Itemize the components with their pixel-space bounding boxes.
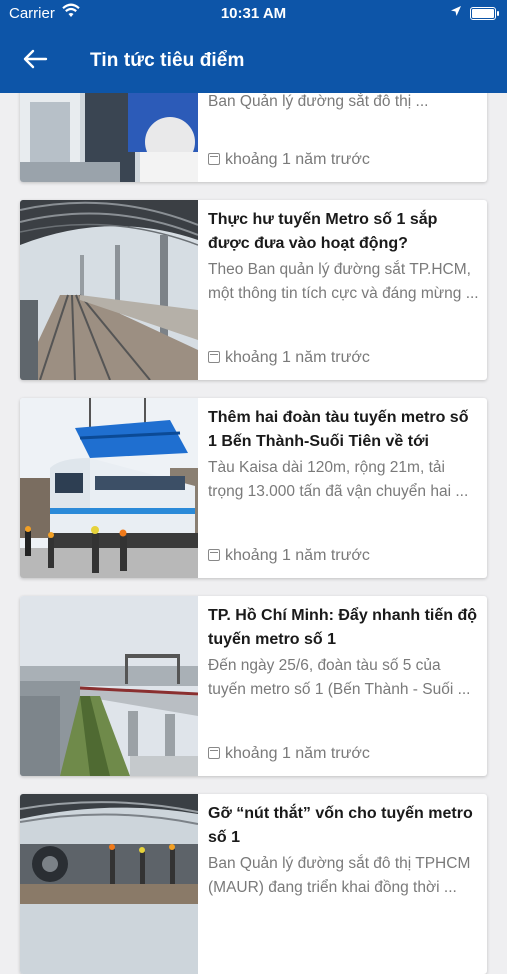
article-description: Ban Quản lý đường sắt đô thị ... <box>208 93 429 110</box>
article-card[interactable]: Thêm hai đoàn tàu tuyến metro số 1 Bến T… <box>20 398 487 578</box>
status-time: 10:31 AM <box>220 5 287 22</box>
article-card[interactable]: TP. Hồ Chí Minh: Đẩy nhanh tiến độ tuyến… <box>20 596 487 776</box>
status-bar: Carrier 10:31 AM <box>0 0 507 28</box>
article-description: Tàu Kaisa dài 120m, rộng 21m, tải trọng … <box>208 459 469 500</box>
article-card[interactable]: Gỡ “nút thắt” vốn cho tuyến metro số 1 B… <box>20 794 487 974</box>
article-thumbnail <box>20 596 198 776</box>
article-title: Gỡ “nút thắt” vốn cho tuyến metro số 1 <box>208 805 473 846</box>
article-time: khoảng 1 năm trước <box>208 546 370 566</box>
back-arrow-icon[interactable] <box>22 48 48 70</box>
calendar-icon <box>208 549 220 561</box>
article-time: khoảng 1 năm trước <box>208 348 370 368</box>
article-thumbnail <box>20 200 198 380</box>
app-header: Carrier 10:31 AM Tin tức tiêu điểm <box>0 0 507 93</box>
article-title: TP. Hồ Chí Minh: Đẩy nhanh tiến độ tuyến… <box>208 607 478 648</box>
article-time: khoảng 1 năm trước <box>208 150 370 170</box>
article-time: khoảng 1 năm trước <box>208 744 370 764</box>
article-thumbnail <box>20 398 198 578</box>
calendar-icon <box>208 747 220 759</box>
article-title: Thêm hai đoàn tàu tuyến metro số 1 Bến T… <box>208 409 469 450</box>
article-thumbnail <box>20 794 198 974</box>
page-title: Tin tức tiêu điểm <box>90 50 245 71</box>
article-description: Theo Ban quản lý đường sắt TP.HCM, một t… <box>208 261 479 302</box>
article-description: Đến ngày 25/6, đoàn tàu số 5 của tuyến m… <box>208 657 471 698</box>
calendar-icon <box>208 351 220 363</box>
article-title: Thực hư tuyến Metro số 1 sắp được đưa và… <box>208 211 438 252</box>
battery-icon <box>470 7 499 20</box>
location-arrow-icon <box>451 6 461 16</box>
article-description: Ban Quản lý đường sắt đô thị TPHCM (MAUR… <box>208 855 471 896</box>
article-card[interactable]: Thực hư tuyến Metro số 1 sắp được đưa và… <box>20 200 487 380</box>
calendar-icon <box>208 153 220 165</box>
